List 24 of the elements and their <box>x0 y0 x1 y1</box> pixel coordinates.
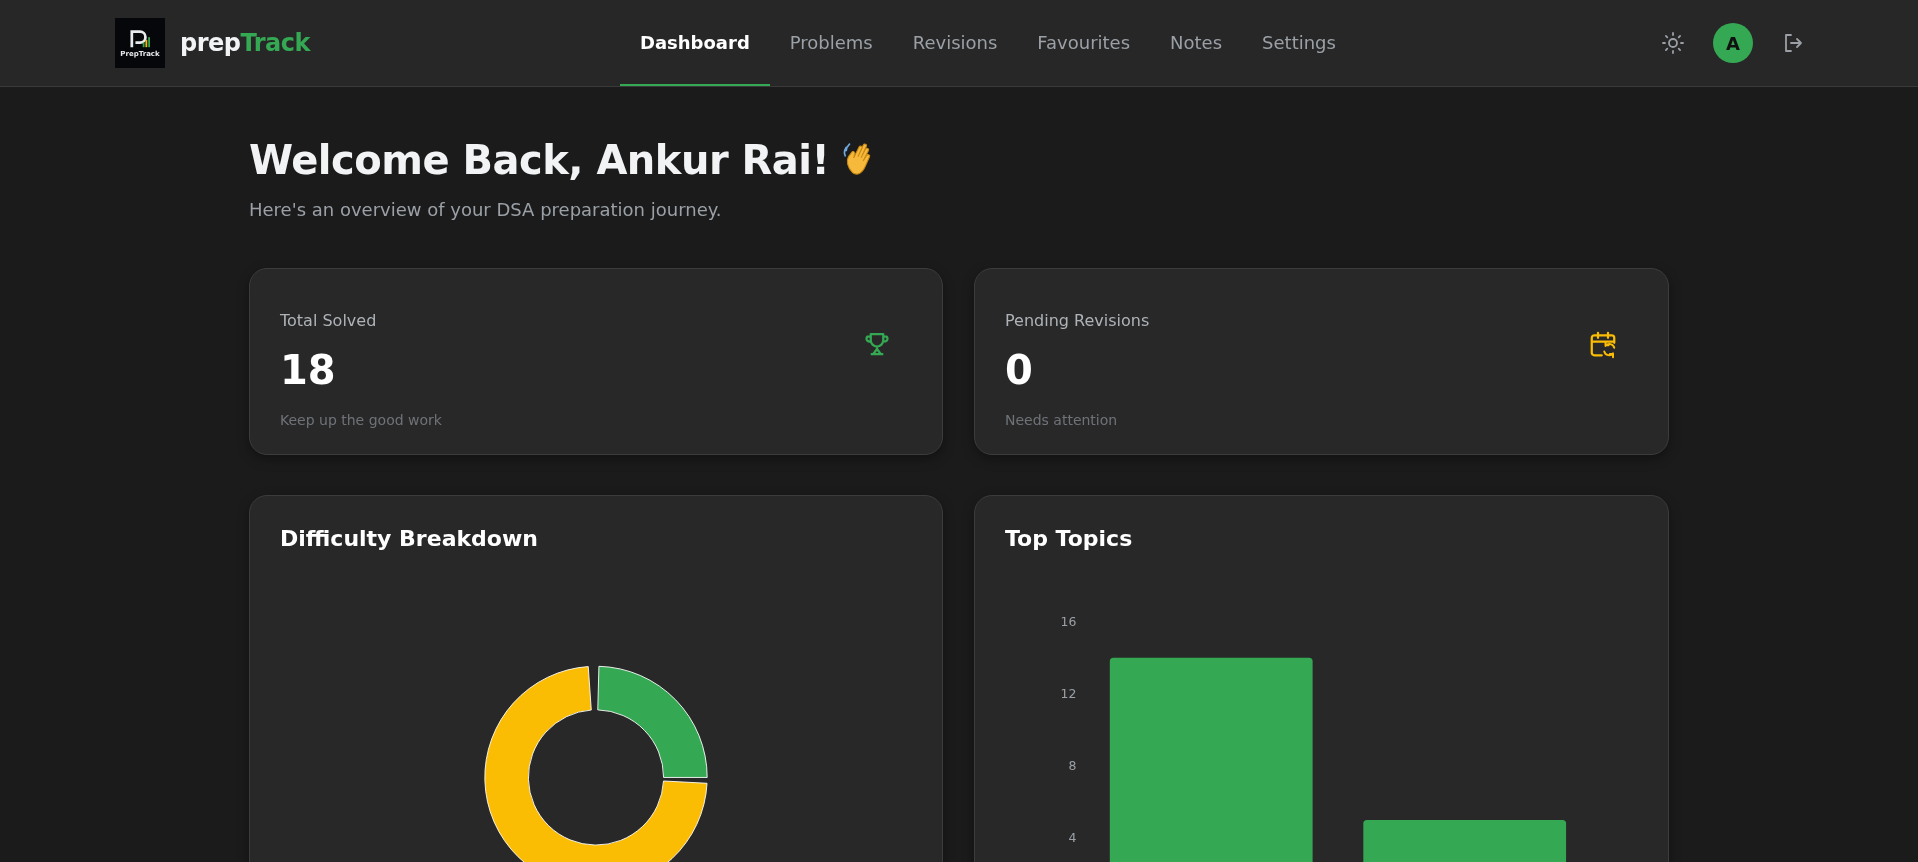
nav-tab[interactable]: Revisions <box>892 0 1018 86</box>
y-axis-tick-label: 4 <box>1068 830 1077 846</box>
y-axis-tick-label: 12 <box>1060 686 1077 702</box>
y-axis-tick-label: 8 <box>1068 758 1077 774</box>
nav-tab[interactable]: Notes <box>1150 0 1243 86</box>
calendar-refresh-icon <box>1588 329 1618 359</box>
welcome-subtitle: Here's an overview of your DSA preparation journey. <box>249 199 723 220</box>
welcome-heading: Welcome Back, Ankur Rai! <box>249 137 830 183</box>
stat-note: Needs attention <box>1005 412 1119 428</box>
chart-title: Top Topics <box>1005 526 1134 551</box>
chart-title: Difficulty Breakdown <box>280 526 539 551</box>
y-axis-tick-label: 16 <box>1060 614 1077 630</box>
stat-note: Keep up the good work <box>280 412 442 428</box>
stat-label: Pending Revisions <box>1005 311 1150 330</box>
theme-toggle-sun-icon[interactable] <box>1661 31 1685 55</box>
user-avatar[interactable]: A <box>1713 23 1753 63</box>
nav-tab[interactable]: Favourites <box>1017 0 1151 86</box>
nav-tab[interactable]: Settings <box>1242 0 1356 86</box>
brand-name[interactable]: prepTrack <box>180 29 310 57</box>
stat-label: Total Solved <box>280 311 378 330</box>
nav-tab[interactable]: Dashboard <box>620 0 770 86</box>
stat-value: 18 <box>280 346 337 394</box>
nav-tab[interactable]: Problems <box>769 0 893 86</box>
stat-value: 0 <box>1005 346 1034 394</box>
